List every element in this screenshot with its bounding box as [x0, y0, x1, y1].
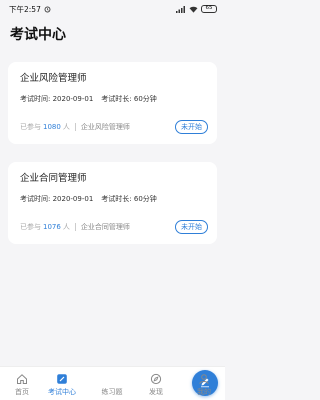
status-time: 下午2:57: [9, 4, 41, 14]
exam-title: 企业风险管理师: [20, 73, 87, 84]
home-icon: [17, 374, 27, 384]
user-icon: [199, 374, 209, 385]
tab-exam-center-label: 考试中心: [48, 388, 76, 396]
participated-unit: 人: [62, 123, 70, 131]
participated-prefix: 已参与: [20, 223, 41, 231]
exam-footer-info: 已参与 1080 人 企业风险管理师: [20, 122, 130, 132]
participated-prefix: 已参与: [20, 123, 41, 131]
tab-mine-label: 我的: [197, 388, 211, 396]
exam-time-group: 考试时间: 2020-09-01: [20, 95, 94, 103]
footer-divider: [74, 223, 76, 231]
exam-time-label: 考试时间: [20, 195, 48, 203]
bottom-tab-bar: 首页 考试中心 练习题 发现 我的: [0, 366, 225, 400]
tab-discover[interactable]: 发现: [136, 373, 176, 397]
wifi-icon: [189, 6, 198, 13]
exam-card[interactable]: 企业风险管理师 考试时间: 2020-09-01 考试时长: 60分钟 已参与 …: [8, 62, 217, 144]
exam-profession: 企业风险管理师: [80, 123, 130, 131]
tab-discover-label: 发现: [149, 388, 163, 396]
exam-icon: [57, 374, 67, 384]
page-title: 考试中心: [10, 27, 66, 43]
compass-icon: [150, 373, 162, 385]
exam-footer: 已参与 1076 人 企业合同管理师 未开始: [20, 220, 208, 234]
exam-status-badge[interactable]: 未开始: [175, 220, 208, 234]
tab-exam-center[interactable]: 考试中心: [42, 373, 82, 397]
exam-duration-label: 考试时长: [101, 195, 130, 203]
exam-title: 企业合同管理师: [20, 173, 87, 184]
footer-divider: [74, 123, 76, 131]
exam-duration-group: 考试时长: 60分钟: [101, 195, 157, 203]
tab-home[interactable]: 首页: [2, 373, 42, 397]
exam-card[interactable]: 企业合同管理师 考试时间: 2020-09-01 考试时长: 60分钟 已参与 …: [8, 162, 217, 244]
participated-count: 1080: [43, 123, 61, 131]
exam-footer: 已参与 1080 人 企业风险管理师 未开始: [20, 120, 208, 134]
battery-indicator: 65: [201, 5, 217, 13]
exam-profession: 企业合同管理师: [80, 223, 130, 231]
exam-time-group: 考试时间: 2020-09-01: [20, 195, 94, 203]
exam-meta: 考试时间: 2020-09-01 考试时长: 60分钟: [20, 194, 207, 204]
exam-duration: 60分钟: [133, 95, 157, 103]
exam-footer-info: 已参与 1076 人 企业合同管理师: [20, 222, 130, 232]
participated-count: 1076: [43, 223, 61, 231]
exam-duration-label: 考试时长: [101, 95, 130, 103]
participated-unit: 人: [62, 223, 70, 231]
exam-time: 2020-09-01: [52, 195, 94, 203]
tab-mine[interactable]: 我的: [184, 373, 224, 397]
status-right: 65: [176, 5, 217, 13]
tab-practice-label: 练习题: [101, 388, 123, 396]
exam-meta: 考试时间: 2020-09-01 考试时长: 60分钟: [20, 94, 207, 104]
tab-home-label: 首页: [15, 388, 29, 396]
signal-icon: [176, 5, 185, 13]
exam-status-badge[interactable]: 未开始: [175, 120, 208, 134]
status-bar: 下午2:57 65: [0, 0, 225, 18]
exam-time: 2020-09-01: [52, 95, 94, 103]
exam-time-label: 考试时间: [20, 95, 48, 103]
alarm-icon: [44, 6, 51, 12]
tab-practice[interactable]: 练习题: [92, 370, 218, 397]
status-left: 下午2:57: [9, 4, 51, 15]
exam-duration: 60分钟: [133, 195, 157, 203]
exam-duration-group: 考试时长: 60分钟: [101, 95, 157, 103]
